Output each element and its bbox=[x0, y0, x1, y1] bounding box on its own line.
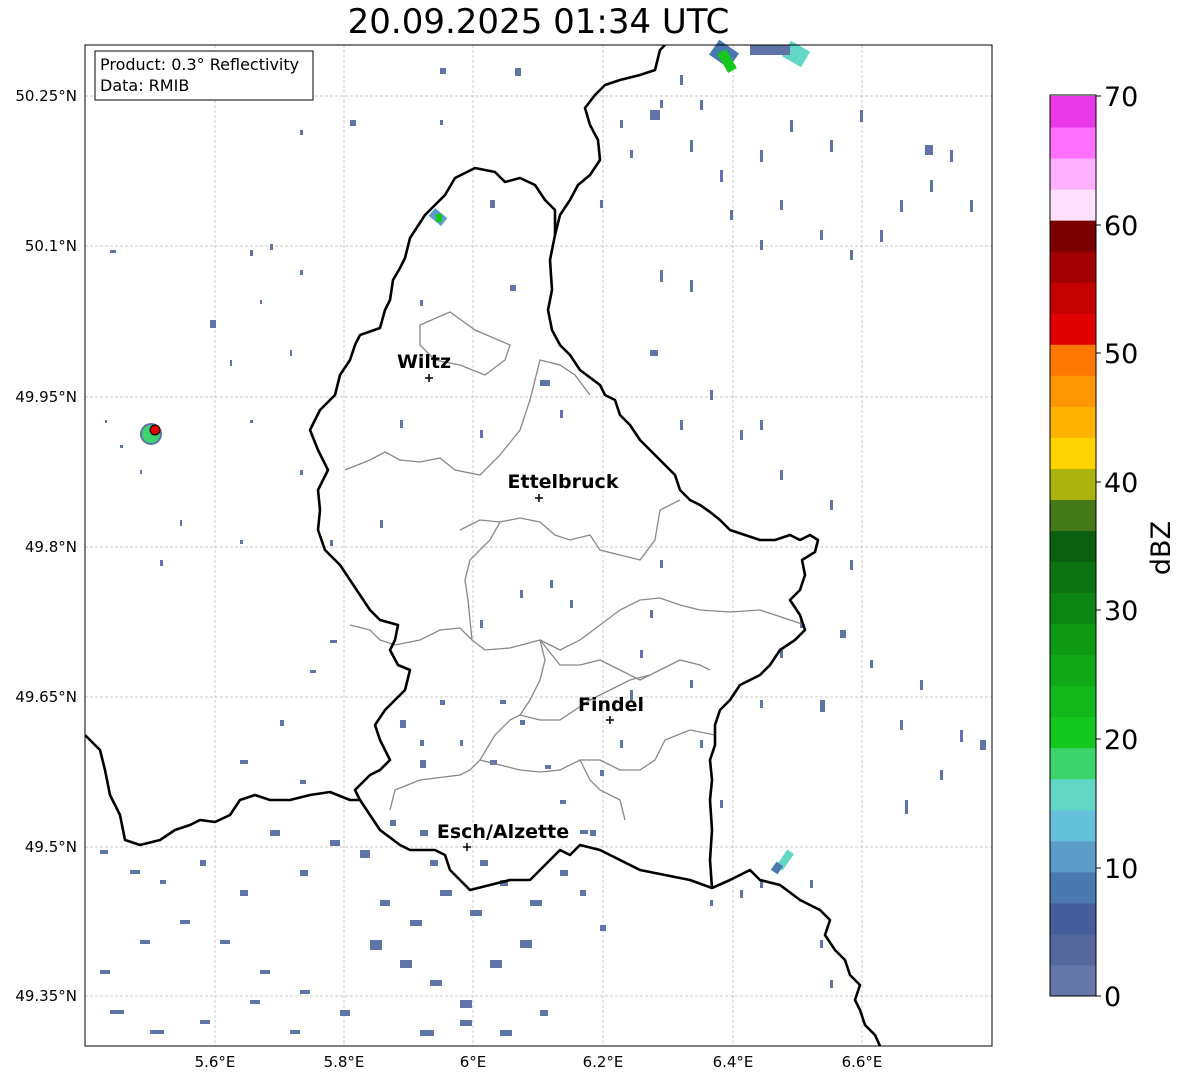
product-label: Product: 0.3° Reflectivity bbox=[100, 55, 299, 74]
colorbar-segment bbox=[1050, 251, 1096, 283]
colorbar-segment bbox=[1050, 809, 1096, 842]
colorbar-segment bbox=[1050, 282, 1096, 314]
lat-tick: 49.5°N bbox=[25, 838, 77, 856]
lat-tick: 49.65°N bbox=[15, 688, 77, 706]
colorbar-segment bbox=[1050, 499, 1096, 531]
radar-site bbox=[140, 423, 162, 445]
lat-tick: 50.1°N bbox=[25, 237, 77, 255]
lon-tick-labels: 5.6°E 5.8°E 6°E 6.2°E 6.4°E 6.6°E bbox=[195, 1053, 883, 1071]
colorbar-segment bbox=[1050, 437, 1096, 469]
colorbar-segment bbox=[1050, 623, 1096, 656]
colorbar-segment bbox=[1050, 747, 1096, 780]
lon-tick: 5.8°E bbox=[324, 1053, 365, 1071]
colorbar-segment bbox=[1050, 375, 1096, 407]
colorbar-segment bbox=[1050, 964, 1096, 997]
city-label-esch-alzette: Esch/Alzette bbox=[437, 821, 569, 843]
colorbar-tick: 20 bbox=[1104, 725, 1138, 756]
colorbar-segment bbox=[1050, 127, 1096, 159]
colorbar-segment bbox=[1050, 561, 1096, 594]
map-background bbox=[85, 45, 992, 1046]
colorbar-tick-marks bbox=[1096, 95, 1101, 997]
colorbar-segment bbox=[1050, 716, 1096, 749]
data-source-label: Data: RMIB bbox=[100, 76, 189, 95]
colorbar-segment bbox=[1050, 313, 1096, 345]
colorbar-segment bbox=[1050, 933, 1096, 966]
colorbar-segment bbox=[1050, 871, 1096, 904]
colorbar-tick: 50 bbox=[1104, 339, 1138, 370]
colorbar-segment bbox=[1050, 406, 1096, 438]
lon-tick: 6.6°E bbox=[842, 1053, 883, 1071]
colorbar-segment bbox=[1050, 468, 1096, 500]
colorbar-segment bbox=[1050, 189, 1096, 221]
colorbar bbox=[1050, 96, 1096, 997]
colorbar-tick: 10 bbox=[1104, 854, 1138, 885]
colorbar-segment bbox=[1050, 592, 1096, 625]
lat-tick: 49.95°N bbox=[15, 388, 77, 406]
colorbar-tick: 0 bbox=[1104, 982, 1121, 1013]
lon-tick: 6.2°E bbox=[583, 1053, 624, 1071]
colorbar-label: dBZ bbox=[1146, 521, 1177, 575]
colorbar-segment bbox=[1050, 344, 1096, 376]
city-label-ettelbruck: Ettelbruck bbox=[508, 471, 619, 493]
colorbar-segment bbox=[1050, 778, 1096, 811]
lon-tick: 6°E bbox=[460, 1053, 487, 1071]
colorbar-tick: 40 bbox=[1104, 468, 1138, 499]
lon-tick: 5.6°E bbox=[195, 1053, 236, 1071]
colorbar-segment bbox=[1050, 654, 1096, 687]
colorbar-tick-labels: 70 60 50 40 30 20 10 0 bbox=[1104, 82, 1138, 1013]
colorbar-tick: 30 bbox=[1104, 596, 1138, 627]
lat-tick: 50.25°N bbox=[15, 87, 77, 105]
city-label-wiltz: Wiltz bbox=[397, 351, 451, 373]
colorbar-segment bbox=[1050, 902, 1096, 935]
colorbar-segment bbox=[1050, 530, 1096, 563]
lat-tick-labels: 50.25°N 50.1°N 49.95°N 49.8°N 49.65°N 49… bbox=[15, 87, 77, 1005]
radar-map: Wiltz Ettelbruck Findel Esch/Alzette Pro… bbox=[15, 39, 1177, 1071]
colorbar-tick: 70 bbox=[1104, 82, 1138, 113]
lon-tick: 6.4°E bbox=[713, 1053, 754, 1071]
lat-tick: 49.8°N bbox=[25, 538, 77, 556]
city-label-findel: Findel bbox=[578, 694, 644, 716]
colorbar-segment bbox=[1050, 685, 1096, 718]
colorbar-segment bbox=[1050, 840, 1096, 873]
lat-tick: 49.35°N bbox=[15, 987, 77, 1005]
colorbar-segment bbox=[1050, 158, 1096, 190]
colorbar-segment bbox=[1050, 220, 1096, 252]
info-box: Product: 0.3° Reflectivity Data: RMIB bbox=[94, 50, 314, 101]
colorbar-segment bbox=[1050, 96, 1096, 128]
colorbar-tick: 60 bbox=[1104, 211, 1138, 242]
